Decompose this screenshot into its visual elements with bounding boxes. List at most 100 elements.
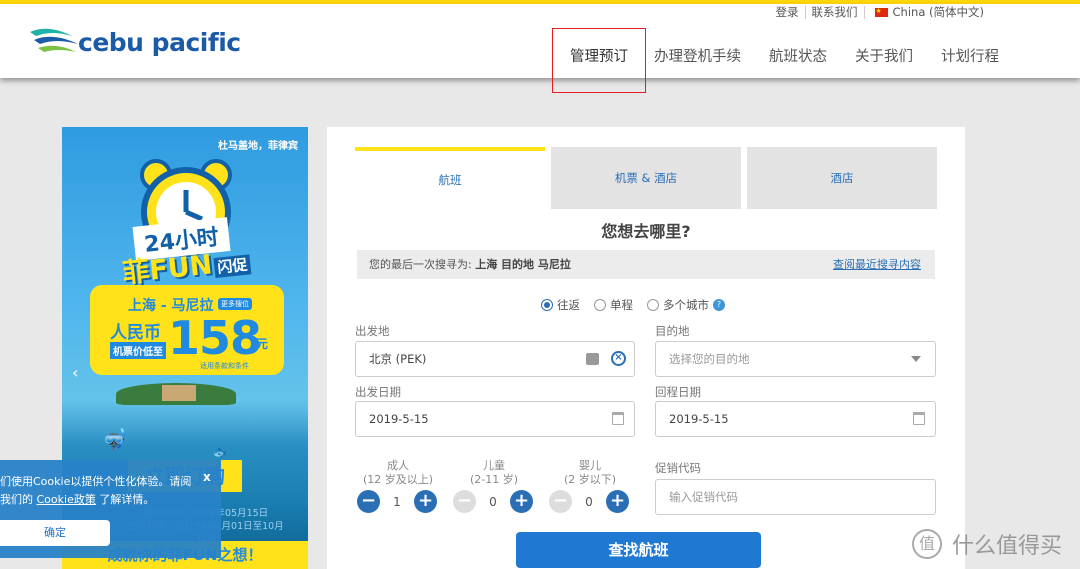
radio-label: 往返 [557, 298, 580, 312]
return-date-value: 2019-5-15 [669, 412, 729, 426]
adults-minus-button[interactable]: − [357, 490, 380, 513]
adults-age: (12 岁及以上) [362, 473, 434, 486]
utility-nav: 登录 联系我们 China (简体中文) [770, 5, 990, 19]
infants-age: (2 岁以下) [563, 473, 617, 486]
radio-round-trip[interactable]: 往返 [541, 297, 580, 313]
promo-terms: 适用条款和条件 [200, 362, 249, 370]
promo-price: 158 [168, 311, 262, 365]
adults-title: 成人 [387, 459, 409, 472]
tab-hotel[interactable]: 酒店 [747, 147, 937, 209]
return-date-field[interactable]: 2019-5-15 [655, 401, 936, 437]
radio-dot [594, 299, 606, 311]
adults-label: 成人 (12 岁及以上) [353, 459, 443, 487]
children-minus-button[interactable]: − [453, 490, 476, 513]
logo-wings-icon [30, 28, 78, 52]
recent-searches-link[interactable]: 查阅最近搜寻内容 [833, 250, 921, 279]
radio-one-way[interactable]: 单程 [594, 297, 633, 313]
nav-plan-trip[interactable]: 计划行程 [941, 34, 999, 93]
booking-tabs: 航班 机票 & 酒店 酒店 [355, 147, 943, 209]
banner-flash: 闪促 [213, 254, 252, 278]
children-title: 儿童 [483, 459, 505, 472]
last-search-bar: 您的最后一次搜寻为: 上海 目的地 马尼拉 查阅最近搜寻内容 [357, 250, 935, 279]
nav-manage-booking[interactable]: 管理预订 [552, 28, 646, 93]
search-flights-button[interactable]: 查找航班 [516, 532, 761, 568]
adults-count: 1 [393, 494, 401, 509]
cookie-policy-link[interactable]: Cookie政策 [37, 493, 96, 506]
infants-plus-button[interactable]: + [606, 490, 629, 513]
keyboard-icon[interactable] [586, 353, 599, 365]
origin-field[interactable]: 北京 (PEK) × [355, 341, 635, 377]
radio-label: 单程 [610, 298, 633, 312]
promo-more-seats: 更多搜位 [218, 298, 252, 310]
radio-label: 多个城市 [663, 298, 709, 312]
help-icon[interactable]: ? [713, 299, 725, 311]
children-count: 0 [489, 494, 497, 509]
region-selector[interactable]: China (简体中文) [865, 5, 990, 19]
chevron-down-icon [911, 356, 921, 362]
return-date-label: 回程日期 [655, 385, 701, 399]
watermark-logo-icon: 值 [912, 529, 942, 559]
origin-label: 出发地 [355, 324, 390, 338]
depart-date-value: 2019-5-15 [369, 412, 429, 426]
calendar-icon[interactable] [913, 412, 925, 425]
last-search-label: 您的最后一次搜寻为: [369, 258, 472, 271]
banner-fun-text: 菲FUN [121, 249, 214, 290]
destination-placeholder: 选择您的目的地 [669, 352, 750, 366]
promo-yuan: 元 [256, 337, 269, 351]
children-age: (2-11 岁) [469, 473, 519, 486]
main-nav: 管理预订 办理登机手续 航班状态 关于我们 计划行程 [552, 28, 999, 93]
watermark-text: 什么值得买 [952, 534, 1063, 559]
children-plus-button[interactable]: + [510, 490, 533, 513]
logo[interactable]: cebu pacific [28, 22, 241, 58]
cookie-notice: 们使用Cookie以提供个性化体验。请阅 我们的 Cookie政策 了解详情。 … [0, 460, 221, 558]
hut-image [162, 385, 196, 401]
nav-about-us[interactable]: 关于我们 [855, 34, 913, 93]
cookie-line2-post: 了解详情。 [99, 493, 155, 506]
infants-label: 婴儿 (2 岁以下) [545, 459, 635, 487]
china-flag-icon [874, 5, 888, 18]
radio-multi-city[interactable]: 多个城市? [647, 297, 725, 313]
last-search-value: 上海 目的地 马尼拉 [475, 258, 571, 271]
cookie-confirm-button[interactable]: 确定 [0, 520, 110, 546]
login-link[interactable]: 登录 [770, 6, 806, 19]
tab-flights[interactable]: 航班 [355, 147, 545, 209]
promo-currency: 人民币 [110, 323, 161, 343]
cookie-line1: 们使用Cookie以提供个性化体验。请阅 [0, 475, 192, 488]
clear-icon[interactable]: × [611, 351, 626, 366]
adults-stepper: − 1 + [357, 490, 437, 513]
region-label: China (简体中文) [892, 5, 984, 19]
banner-location-tag: 杜马盖地，菲律宾 [218, 141, 298, 152]
infants-minus-button[interactable]: − [549, 490, 572, 513]
depart-date-field[interactable]: 2019-5-15 [355, 401, 635, 437]
children-stepper: − 0 + [453, 490, 533, 513]
infants-title: 婴儿 [579, 459, 601, 472]
radio-dot [541, 299, 553, 311]
banner-prev-arrow-icon[interactable]: ‹ [72, 363, 79, 382]
adults-plus-button[interactable]: + [414, 490, 437, 513]
site-header: cebu pacific 登录 联系我们 China (简体中文) 管理预订 办… [0, 4, 1080, 93]
nav-check-in[interactable]: 办理登机手续 [654, 34, 741, 93]
trip-type-radios: 往返 单程 多个城市? [541, 297, 739, 313]
infants-count: 0 [585, 494, 593, 509]
cookie-close-icon[interactable]: x [203, 470, 211, 484]
tab-flight-hotel[interactable]: 机票 & 酒店 [551, 147, 741, 209]
promo-code-label: 促销代码 [655, 461, 701, 475]
promo-price-box: 上海 - 马尼拉 更多搜位 人民币 机票价低至 158 元 适用条款和条件 [90, 285, 284, 375]
page-title: 您想去哪里? [601, 222, 691, 241]
promo-low-label: 机票价低至 [110, 342, 166, 359]
origin-value: 北京 (PEK) [369, 352, 427, 366]
promo-code-placeholder: 输入促销代码 [669, 490, 738, 504]
booking-panel: 航班 机票 & 酒店 酒店 您想去哪里? 您的最后一次搜寻为: 上海 目的地 马… [327, 127, 965, 569]
contact-link[interactable]: 联系我们 [806, 6, 865, 19]
depart-date-label: 出发日期 [355, 385, 401, 399]
destination-label: 目的地 [655, 324, 690, 338]
nav-flight-status[interactable]: 航班状态 [769, 34, 827, 93]
promo-code-input[interactable]: 输入促销代码 [655, 479, 936, 515]
fish-icon: 🐟 [212, 445, 227, 459]
radio-dot [647, 299, 659, 311]
calendar-icon[interactable] [612, 412, 624, 425]
logo-text: cebu pacific [78, 27, 241, 57]
infants-stepper: − 0 + [549, 490, 629, 513]
destination-select[interactable]: 选择您的目的地 [655, 341, 936, 377]
watermark: 值 什么值得买 [912, 528, 1062, 560]
